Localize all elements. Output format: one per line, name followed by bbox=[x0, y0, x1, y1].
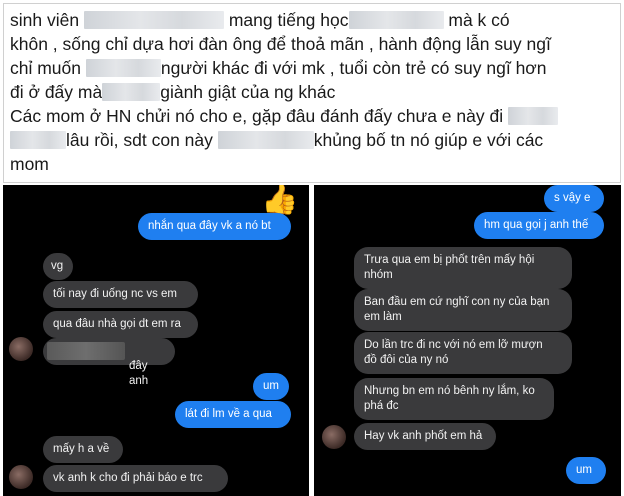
redacted-block bbox=[47, 342, 125, 360]
message-bubble: vk anh k cho đi phải báo e trc bbox=[43, 465, 228, 492]
chat-screenshot-right: s vậy e hm qua gọi j anh thế Trưa qua em… bbox=[314, 185, 621, 496]
caption-line: mom bbox=[10, 154, 49, 174]
message-bubble: Do lần trc đi nc với nó em lỡ mượn đồ đô… bbox=[354, 332, 572, 374]
redacted-block bbox=[10, 131, 66, 149]
redacted-block bbox=[85, 59, 161, 77]
message-bubble: mấy h a về bbox=[43, 436, 123, 463]
redacted-block bbox=[83, 11, 224, 29]
message-bubble: tối nay đi uống nc vs em bbox=[43, 281, 198, 308]
redacted-block bbox=[348, 11, 444, 29]
caption-line: Các mom ở HN chửi nó cho e, gặp đâu đánh… bbox=[10, 104, 614, 128]
message-bubble: nhắn qua đây vk a nó bt bbox=[138, 213, 291, 240]
message-bubble: Ban đầu em cứ nghĩ con ny của bạn em làm bbox=[354, 289, 572, 331]
message-bubble: Trưa qua em bị phốt trên mấy hội nhóm bbox=[354, 247, 572, 289]
post-caption: sinh viên mang tiếng học mà k có khôn , … bbox=[3, 3, 621, 183]
caption-line: lâu rồi, sdt con này khủng bố tn nó giúp… bbox=[10, 128, 614, 152]
message-bubble: um bbox=[566, 457, 606, 484]
avatar bbox=[9, 465, 33, 489]
avatar bbox=[9, 337, 33, 361]
avatar bbox=[322, 425, 346, 449]
message-bubble: s vậy e bbox=[544, 185, 604, 212]
caption-line: khôn , sống chỉ dựa hơi đàn ông để thoả … bbox=[10, 34, 551, 54]
chat-screenshot-left: 👍 nhắn qua đây vk a nó bt vg tối nay đi … bbox=[3, 185, 309, 496]
message-bubble: Hay vk anh phốt em hả bbox=[354, 423, 496, 450]
message-bubble: vg bbox=[43, 253, 73, 280]
message-bubble: qua đâu nhà gọi dt em ra bbox=[43, 311, 198, 338]
caption-line: sinh viên mang tiếng học mà k có bbox=[10, 10, 510, 30]
message-bubble: lát đi lm về a qua bbox=[175, 401, 291, 428]
message-bubble: um bbox=[253, 373, 289, 400]
redacted-block bbox=[507, 107, 558, 125]
message-bubble: Nhưng bn em nó bênh ny lắm, ko phá đc bbox=[354, 378, 554, 420]
redacted-block bbox=[217, 131, 314, 149]
message-bubble: hm qua gọi j anh thế bbox=[474, 212, 604, 239]
caption-line: chỉ muốn người khác đi với mk , tuổi còn… bbox=[10, 58, 547, 78]
redacted-block bbox=[102, 83, 161, 101]
caption-line: đi ở đấy mà giành giật của ng khác bbox=[10, 82, 336, 102]
thumbs-up-icon[interactable]: 👍 bbox=[261, 185, 298, 215]
